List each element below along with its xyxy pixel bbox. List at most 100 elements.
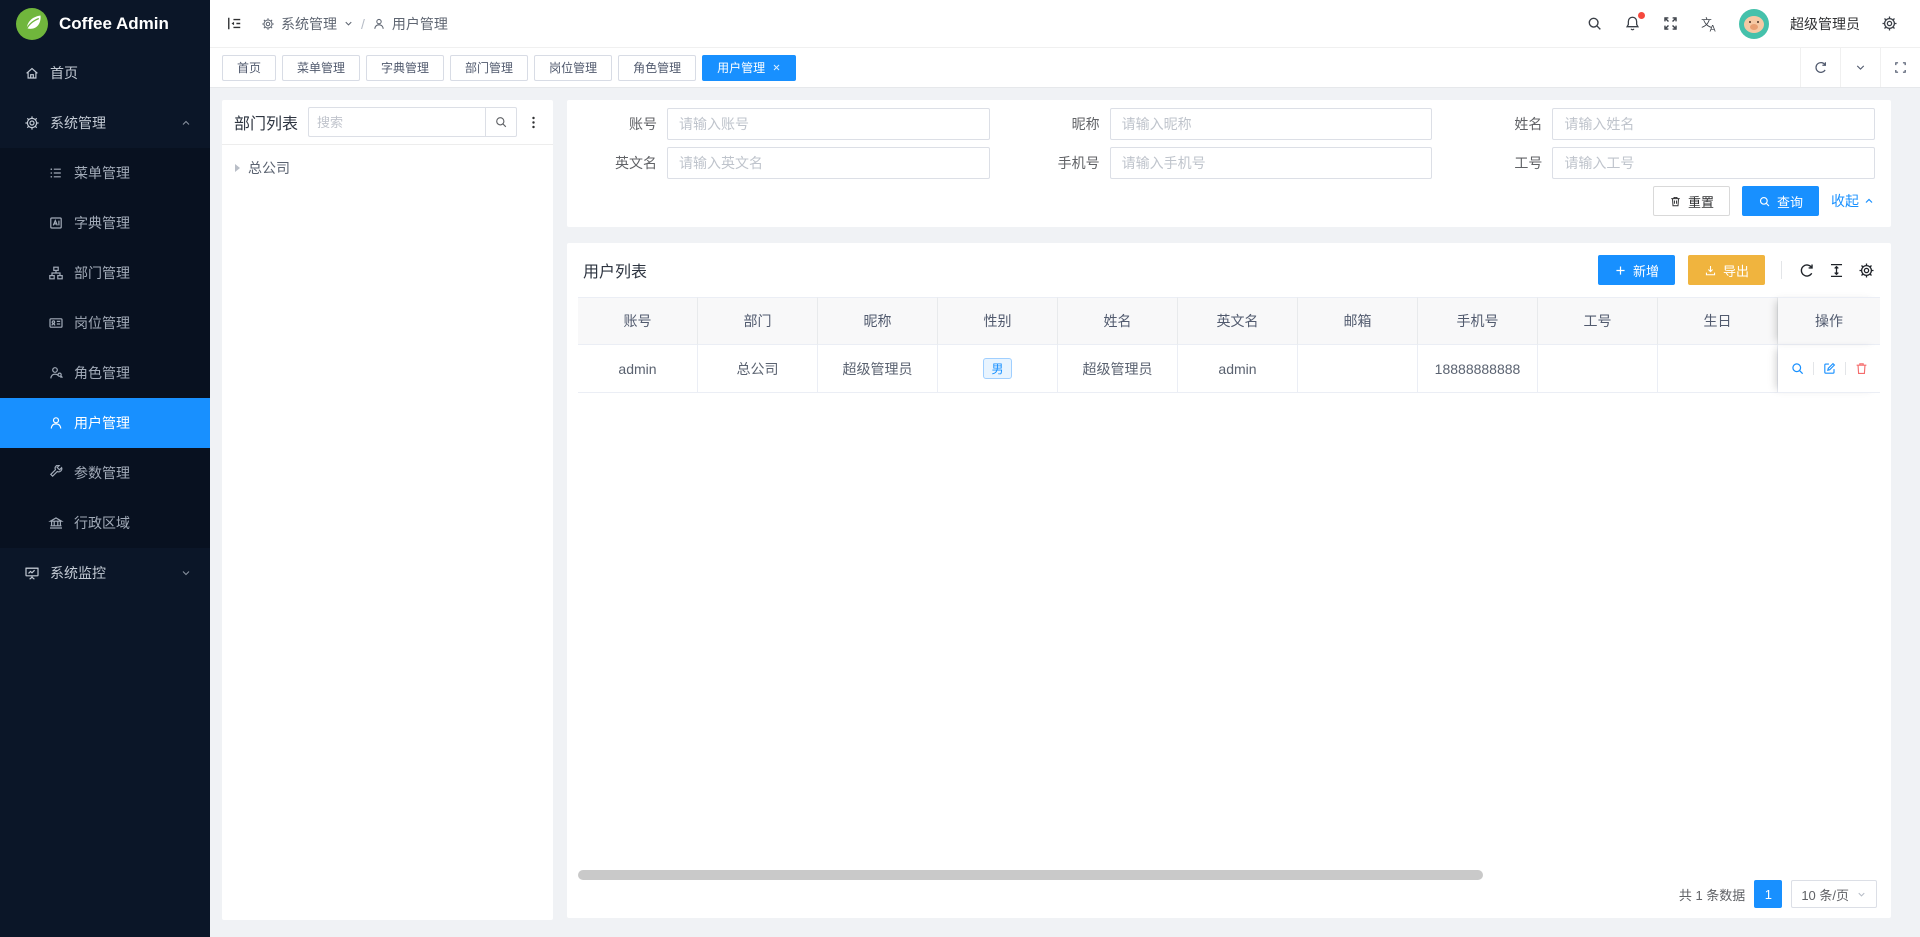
sidebar-item-label: 部门管理 [74, 263, 130, 283]
column-header: 昵称 [818, 297, 938, 345]
tab-menu-management[interactable]: 菜单管理 [282, 55, 360, 81]
table-row: admin 总公司 超级管理员 男 超级管理员 admin 1888888888… [578, 345, 1880, 393]
name-label: 姓名 [1468, 114, 1542, 134]
cell-birthday [1658, 345, 1778, 393]
current-username[interactable]: 超级管理员 [1790, 14, 1860, 34]
notification-bell-icon[interactable] [1624, 15, 1641, 32]
sidebar-item-label: 角色管理 [74, 363, 130, 383]
sidebar-item-role-management[interactable]: 角色管理 [0, 348, 210, 398]
gear-icon [261, 17, 275, 31]
maximize-icon[interactable] [1880, 48, 1920, 87]
add-user-button[interactable]: 新增 [1598, 255, 1675, 285]
refresh-icon[interactable] [1798, 262, 1815, 279]
wrench-icon [48, 465, 64, 481]
user-icon [372, 17, 386, 31]
tab-user-management[interactable]: 用户管理 [702, 55, 796, 81]
list-icon [48, 165, 64, 181]
delete-icon[interactable] [1854, 361, 1869, 376]
home-icon [24, 65, 40, 81]
close-icon[interactable] [772, 63, 781, 72]
dept-panel-header: 部门列表 [222, 100, 553, 145]
user-list-card: 用户列表 新增 导出 [567, 243, 1891, 918]
sidebar-item-label: 系统管理 [50, 113, 106, 133]
collapse-sidebar-icon[interactable] [226, 15, 243, 32]
search-icon [1758, 195, 1771, 208]
user-list-title: 用户列表 [583, 258, 647, 282]
monitor-icon [24, 565, 40, 581]
leaf-logo-icon [15, 7, 49, 41]
column-settings-gear-icon[interactable] [1858, 262, 1875, 279]
nickname-input[interactable] [1110, 108, 1433, 140]
tab-home[interactable]: 首页 [222, 55, 276, 81]
tree-node-label: 总公司 [248, 158, 290, 178]
cell-account: admin [578, 345, 698, 393]
sidebar-item-param-management[interactable]: 参数管理 [0, 448, 210, 498]
account-input[interactable] [667, 108, 990, 140]
gender-tag: 男 [983, 358, 1011, 379]
sidebar-item-label: 系统监控 [50, 563, 106, 583]
action-divider [1845, 362, 1846, 375]
toolbar-divider [1781, 261, 1782, 279]
reset-button[interactable]: 重置 [1653, 186, 1730, 216]
tab-dept-management[interactable]: 部门管理 [450, 55, 528, 81]
tab-post-management[interactable]: 岗位管理 [534, 55, 612, 81]
sidebar-item-system-management[interactable]: 系统管理 [0, 98, 210, 148]
column-header: 姓名 [1058, 297, 1178, 345]
cell-gender: 男 [938, 345, 1058, 393]
query-button[interactable]: 查询 [1742, 186, 1819, 216]
column-header-actions: 操作 [1778, 297, 1880, 345]
dept-search-button[interactable] [485, 107, 517, 137]
cell-dept: 总公司 [698, 345, 818, 393]
page-number-button[interactable]: 1 [1754, 880, 1782, 908]
cell-en-name: admin [1178, 345, 1298, 393]
export-button[interactable]: 导出 [1688, 255, 1765, 285]
fullscreen-icon[interactable] [1662, 15, 1679, 32]
dept-search-input[interactable] [308, 107, 485, 137]
user-list-header: 用户列表 新增 导出 [567, 243, 1891, 297]
view-detail-icon[interactable] [1790, 361, 1805, 376]
action-divider [1813, 362, 1814, 375]
avatar-snout [1750, 24, 1758, 30]
app-logo[interactable]: Coffee Admin [0, 0, 210, 48]
avatar[interactable] [1739, 9, 1769, 39]
column-header: 工号 [1538, 297, 1658, 345]
phone-input[interactable] [1110, 147, 1433, 179]
translate-icon[interactable]: 文A [1700, 15, 1718, 33]
chevron-down-icon[interactable] [1840, 48, 1880, 87]
sidebar-item-post-management[interactable]: 岗位管理 [0, 298, 210, 348]
sidebar-item-system-monitor[interactable]: 系统监控 [0, 548, 210, 598]
edit-icon[interactable] [1822, 361, 1837, 376]
refresh-icon[interactable] [1800, 48, 1840, 87]
tab-role-management[interactable]: 角色管理 [618, 55, 696, 81]
top-header: 系统管理 / 用户管理 文A [210, 0, 1920, 48]
svg-text:A: A [1710, 23, 1716, 33]
page-size-select[interactable]: 10 条/页 [1791, 880, 1877, 908]
sidebar-item-menu-management[interactable]: 菜单管理 [0, 148, 210, 198]
sidebar-item-label: 岗位管理 [74, 313, 130, 333]
sidebar-item-home[interactable]: 首页 [0, 48, 210, 98]
sidebar-item-dict-management[interactable]: 字典管理 [0, 198, 210, 248]
breadcrumb-parent[interactable]: 系统管理 [261, 14, 354, 34]
sidebar-item-user-management[interactable]: 用户管理 [0, 398, 210, 448]
en-name-input[interactable] [667, 147, 990, 179]
sidebar-item-dept-management[interactable]: 部门管理 [0, 248, 210, 298]
settings-gear-icon[interactable] [1881, 15, 1898, 32]
kebab-menu-icon[interactable] [526, 115, 541, 130]
breadcrumb-current[interactable]: 用户管理 [372, 14, 448, 34]
work-no-input[interactable] [1552, 147, 1875, 179]
tab-dict-management[interactable]: 字典管理 [366, 55, 444, 81]
cell-phone: 18888888888 [1418, 345, 1538, 393]
pagination: 共 1 条数据 1 10 条/页 [1679, 878, 1877, 910]
caret-right-icon[interactable] [235, 164, 240, 172]
row-height-icon[interactable] [1828, 262, 1845, 279]
tree-node-root[interactable]: 总公司 [235, 156, 540, 180]
pagination-total: 共 1 条数据 [1679, 885, 1745, 904]
search-icon[interactable] [1586, 15, 1603, 32]
sidebar-item-admin-region[interactable]: 行政区域 [0, 498, 210, 548]
collapse-form-link[interactable]: 收起 [1831, 191, 1875, 211]
dept-panel: 部门列表 总公司 [222, 100, 553, 920]
horizontal-scrollbar-thumb[interactable] [578, 870, 1483, 880]
download-icon [1704, 264, 1717, 277]
breadcrumb-separator: / [361, 16, 365, 32]
name-input[interactable] [1552, 108, 1875, 140]
